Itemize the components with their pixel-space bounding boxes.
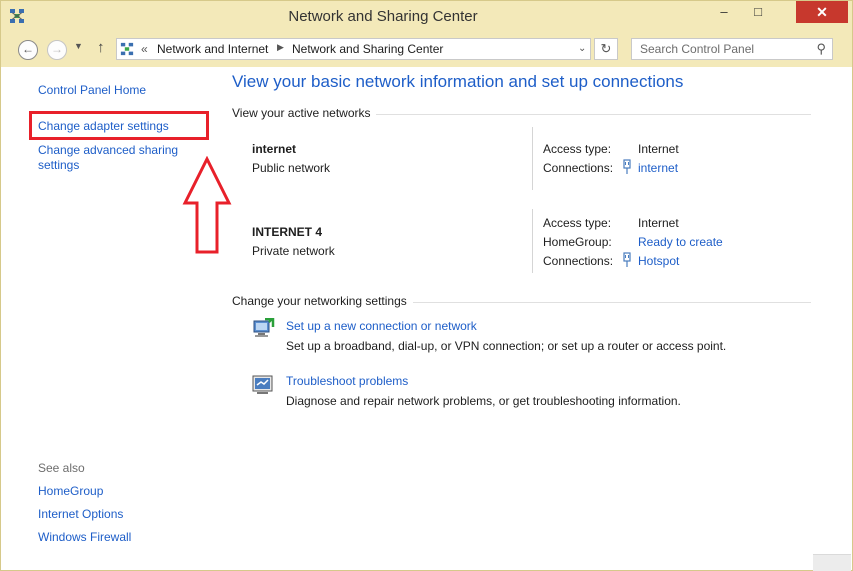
resize-grip[interactable]: [813, 554, 851, 571]
chevron-down-icon[interactable]: ⌄: [578, 43, 586, 54]
network-divider: [532, 209, 533, 273]
setup-new-connection-link[interactable]: Set up a new connection or network: [286, 319, 477, 333]
section-divider: [413, 302, 811, 303]
maximize-button[interactable]: □: [743, 1, 773, 23]
arrow-left-icon: ←: [22, 42, 34, 56]
sidebar-change-advanced-sharing-settings[interactable]: Change advanced sharing settings: [38, 143, 198, 173]
connections-label: Connections:: [543, 161, 614, 175]
troubleshoot-icon: [252, 375, 273, 394]
network-name: INTERNET 4: [252, 225, 323, 239]
see-also-homegroup[interactable]: HomeGroup: [38, 484, 103, 498]
homegroup-label: HomeGroup:: [543, 235, 612, 249]
homegroup-ready-link[interactable]: Ready to create: [638, 235, 723, 249]
arrow-up-icon: ↑: [97, 39, 105, 56]
address-bar[interactable]: « Network and Internet ▶ Network and Sha…: [116, 38, 591, 60]
troubleshoot-problems-link[interactable]: Troubleshoot problems: [286, 374, 408, 388]
search-icon[interactable]: ⚲: [816, 41, 826, 57]
connection-internet-link[interactable]: internet: [638, 161, 678, 175]
chevron-right-icon[interactable]: ▶: [277, 42, 284, 53]
ethernet-icon: [623, 159, 631, 174]
access-type-value: Internet: [638, 216, 679, 230]
recent-locations-dropdown[interactable]: ▼: [74, 41, 83, 51]
refresh-icon: ↻: [600, 41, 612, 56]
connection-hotspot-link[interactable]: Hotspot: [638, 254, 679, 268]
navigation-bar: ← → ▼ ↑ « Network and Internet ▶ Network…: [1, 33, 852, 67]
network-name: internet: [252, 142, 297, 156]
annotation-highlight-box: [29, 111, 209, 140]
breadcrumb-network-and-sharing-center[interactable]: Network and Sharing Center: [292, 42, 443, 56]
new-connection-icon: [253, 318, 275, 337]
access-type-label: Access type:: [543, 216, 612, 230]
search-placeholder: Search Control Panel: [640, 42, 755, 56]
minimize-button[interactable]: –: [709, 1, 739, 23]
network-type[interactable]: Private network: [252, 244, 335, 258]
forward-button[interactable]: →: [47, 40, 67, 60]
up-button[interactable]: ↑: [97, 39, 105, 56]
networking-settings-label: Change your networking settings: [232, 294, 407, 308]
arrow-right-icon: →: [51, 42, 63, 56]
back-button[interactable]: ←: [18, 40, 38, 60]
active-networks-label: View your active networks: [232, 106, 371, 120]
network-type[interactable]: Public network: [252, 161, 330, 175]
search-input[interactable]: Search Control Panel ⚲: [631, 38, 833, 60]
window: Network and Sharing Center – □ ✕ ← → ▼ ↑…: [0, 0, 853, 571]
breadcrumb-network-and-internet[interactable]: Network and Internet: [157, 42, 268, 56]
connections-label: Connections:: [543, 254, 614, 268]
access-type-label: Access type:: [543, 142, 612, 156]
sidebar-control-panel-home[interactable]: Control Panel Home: [38, 83, 146, 97]
troubleshoot-problems-description: Diagnose and repair network problems, or…: [286, 394, 681, 408]
ethernet-icon: [623, 252, 631, 267]
access-type-value: Internet: [638, 142, 679, 156]
network-icon: [120, 42, 134, 56]
title-bar: Network and Sharing Center – □ ✕: [1, 1, 852, 33]
annotation-arrow-up-icon: [182, 156, 232, 254]
refresh-button[interactable]: ↻: [594, 38, 618, 60]
setup-new-connection-description: Set up a broadband, dial-up, or VPN conn…: [286, 339, 727, 353]
page-title: View your basic network information and …: [232, 72, 684, 91]
close-button[interactable]: ✕: [796, 1, 848, 23]
window-title: Network and Sharing Center: [288, 8, 478, 25]
network-divider: [532, 127, 533, 190]
see-also-internet-options[interactable]: Internet Options: [38, 507, 123, 521]
breadcrumb-overflow[interactable]: «: [141, 42, 148, 56]
see-also-windows-firewall[interactable]: Windows Firewall: [38, 530, 131, 544]
see-also-label: See also: [38, 461, 85, 475]
section-divider: [376, 114, 811, 115]
